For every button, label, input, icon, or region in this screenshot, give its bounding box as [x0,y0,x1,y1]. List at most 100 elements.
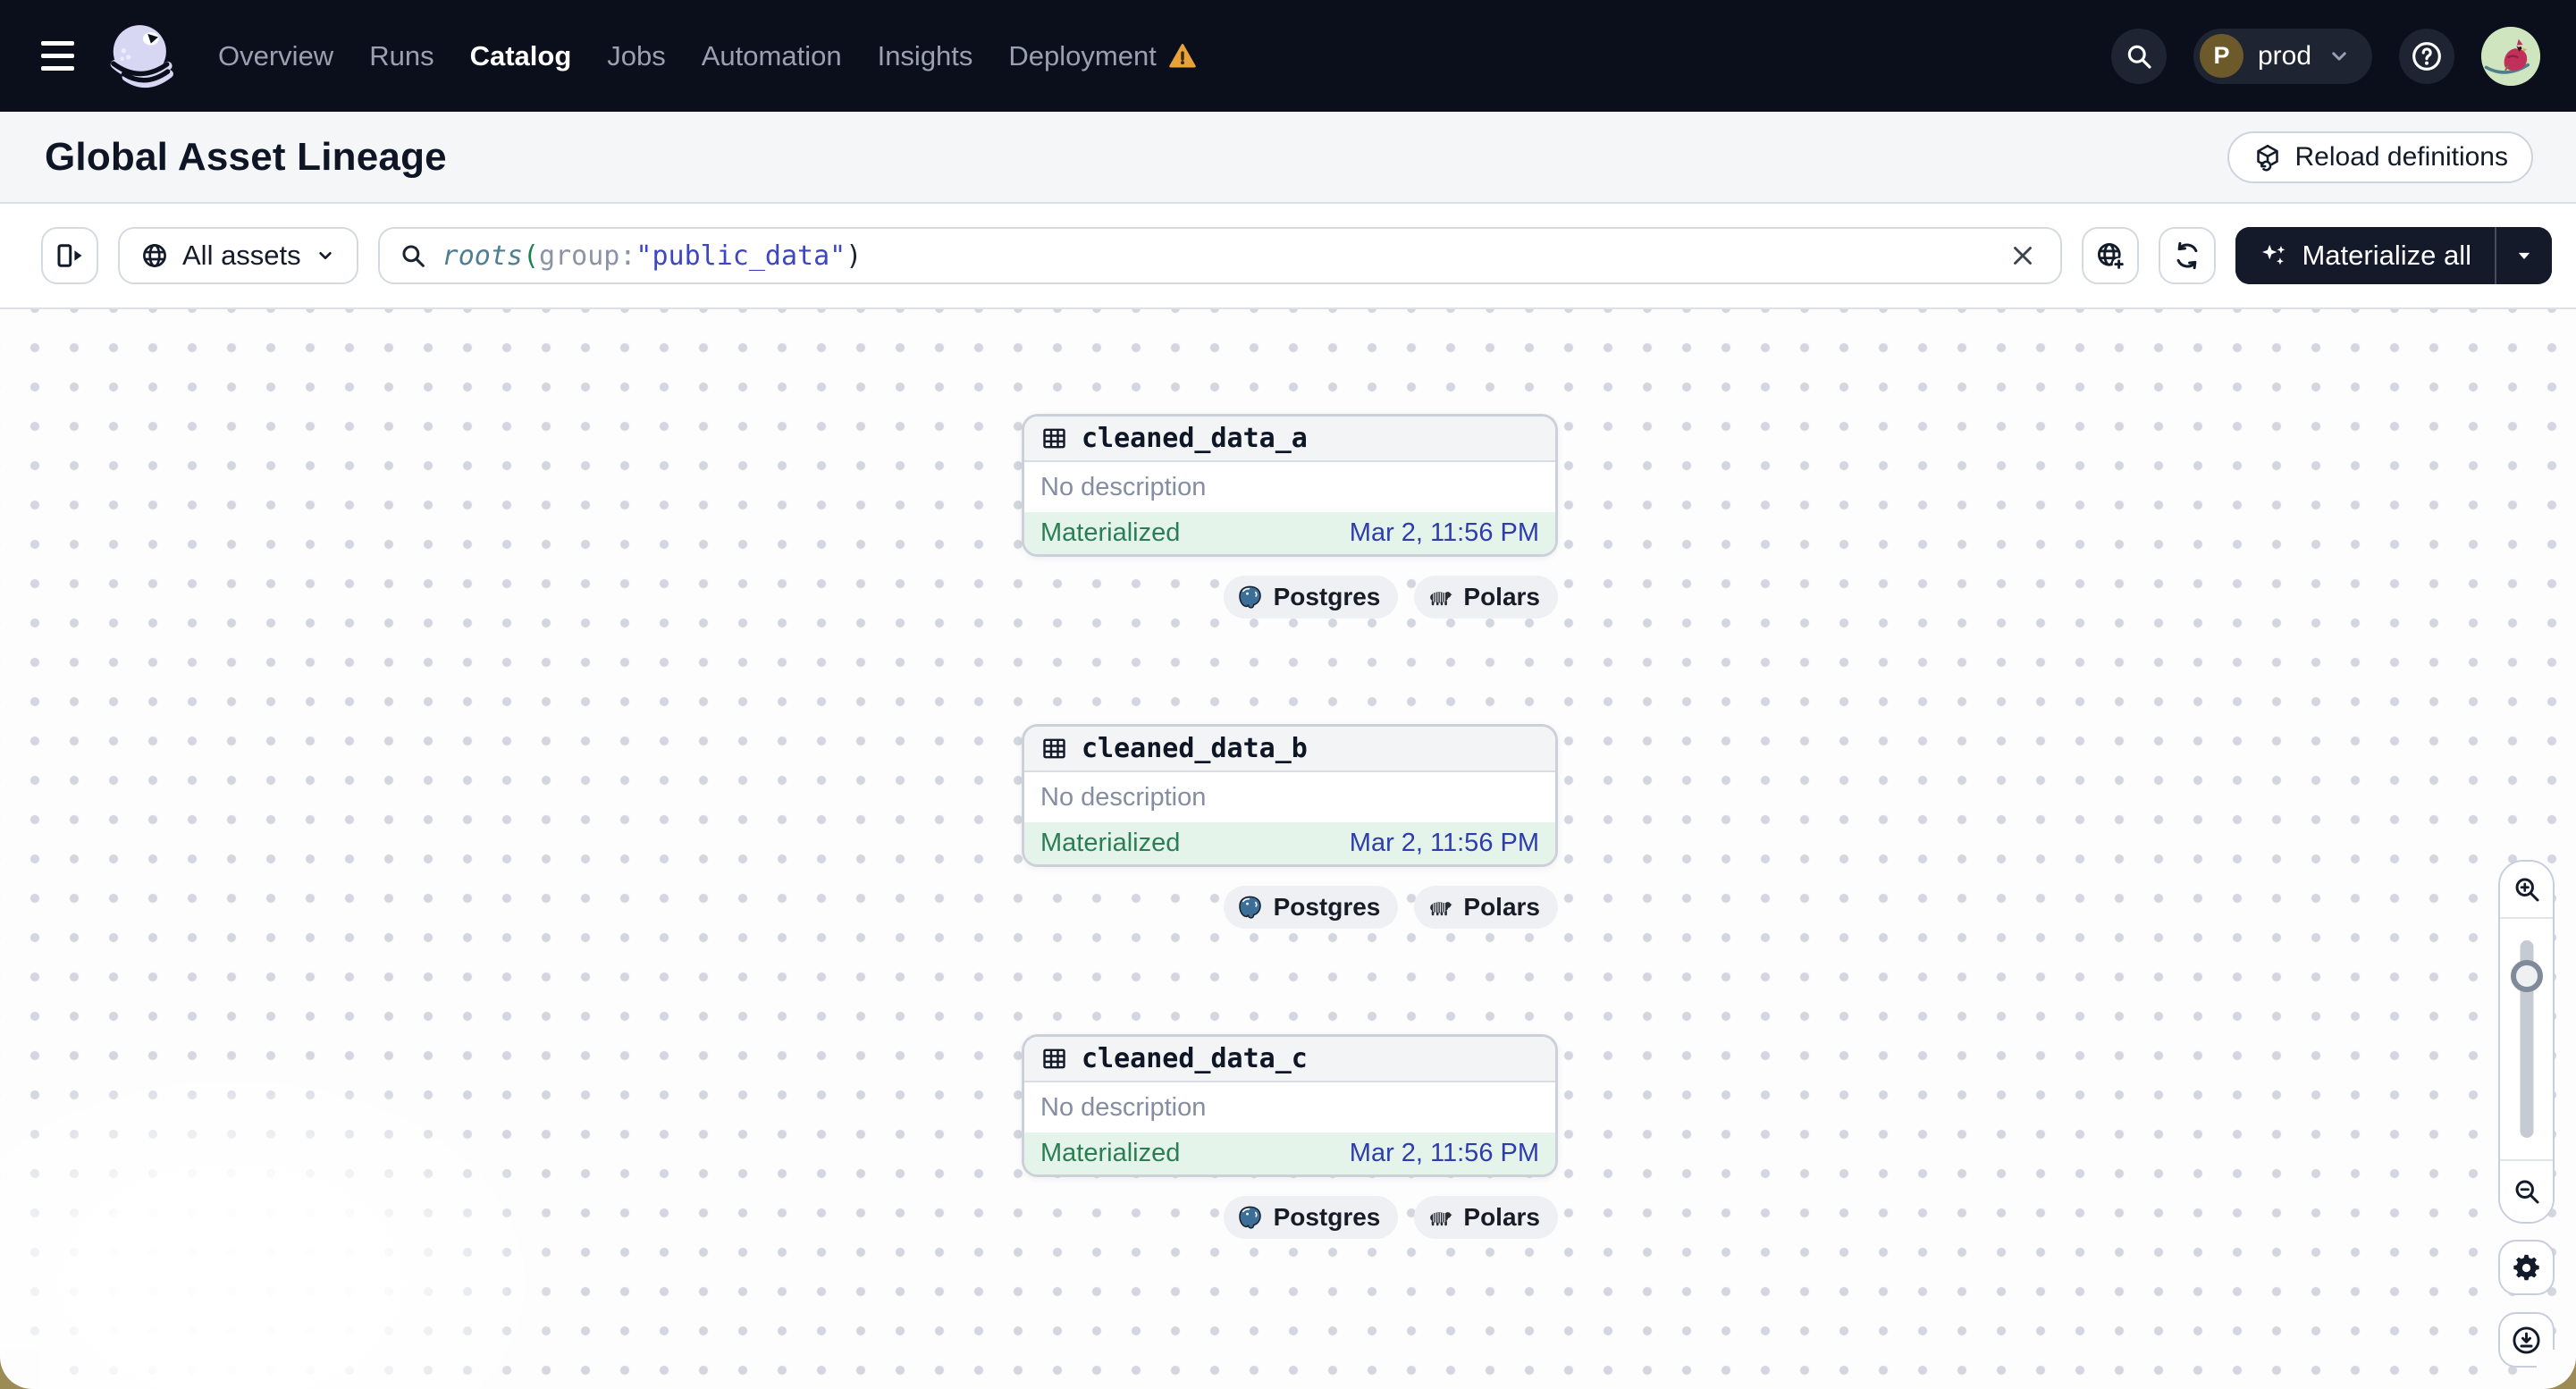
nav-item-deployment[interactable]: Deployment [1008,40,1197,72]
polars-logo-icon [1430,1212,1452,1226]
primary-nav-links: Overview Runs Catalog Jobs Automation In… [218,40,1198,72]
zoom-in-button[interactable] [2500,862,2553,919]
postgres-logo-icon [1238,1206,1261,1229]
table-asset-icon [1043,428,1065,449]
view-global-lineage-button[interactable] [2082,227,2140,284]
tag-polars[interactable]: Polars [1414,886,1558,929]
globe-plus-icon [2098,242,2126,271]
table-asset-icon [1043,738,1065,759]
open-left-panel-button[interactable] [41,227,98,284]
asset-selection-input[interactable]: roots(group: "public_data") [377,227,2063,284]
canvas-corner-glow [0,1049,572,1389]
nav-item-runs[interactable]: Runs [369,40,434,72]
sparkles-icon [2262,244,2286,265]
close-icon [2014,247,2033,265]
materialize-all-button[interactable]: Materialize all [2235,227,2495,284]
asset-node-cleaned-data-c: cleaned_data_c No description Materializ… [1022,1034,1558,1239]
postgres-logo-icon [1238,585,1261,609]
nav-item-overview[interactable]: Overview [218,40,333,72]
zoom-out-button[interactable] [2500,1159,2553,1222]
nav-item-insights[interactable]: Insights [878,40,973,72]
clear-query-button[interactable] [2001,234,2044,277]
postgres-logo-icon [1238,896,1261,919]
lineage-toolbar: All assets roots(group: "public_data") M… [0,204,2576,309]
download-graph-button[interactable] [2498,1312,2555,1368]
dagster-app: Overview Runs Catalog Jobs Automation In… [0,0,2576,1389]
asset-tags: Postgres Polars [1022,576,1558,619]
asset-card-body: No description [1024,772,1555,822]
zoom-slider [2500,919,2553,1159]
materialization-timestamp[interactable]: Mar 2, 11:56 PM [1350,829,1539,858]
zoom-controls [2498,860,2555,1224]
table-asset-icon [1043,1048,1065,1069]
window-corner-left [0,1350,39,1389]
asset-card-body: No description [1024,1082,1555,1132]
global-search-button[interactable] [2110,28,2167,84]
chevron-down-icon [318,251,332,260]
asset-card-footer: Materialized Mar 2, 11:56 PM [1024,1132,1555,1174]
asset-name: cleaned_data_b [1082,733,1308,764]
reload-code-location-icon [2256,144,2278,171]
page-title: Global Asset Lineage [45,134,447,179]
zoom-in-icon [2515,878,2538,902]
globe-icon [143,244,166,267]
asset-tags: Postgres Polars [1022,886,1558,929]
graph-settings-button[interactable] [2498,1240,2555,1295]
asset-card[interactable]: cleaned_data_b No description Materializ… [1022,724,1558,867]
search-icon [2127,45,2151,69]
refresh-icon [2177,241,2198,270]
tag-postgres[interactable]: Postgres [1223,1196,1399,1239]
materialize-split-button: Materialize all [2235,227,2552,284]
help-button[interactable] [2399,28,2454,84]
user-avatar[interactable] [2481,26,2540,86]
environment-avatar: P [2199,34,2243,78]
dagster-octopus-icon [110,24,173,88]
top-nav: Overview Runs Catalog Jobs Automation In… [0,0,2576,112]
caret-down-icon [2518,252,2530,259]
materialize-options-caret[interactable] [2496,227,2552,284]
nav-item-jobs[interactable]: Jobs [607,40,665,72]
materialization-timestamp[interactable]: Mar 2, 11:56 PM [1350,1139,1539,1168]
dagster-logo[interactable] [104,18,181,95]
asset-card-body: No description [1024,462,1555,512]
expand-panel-icon [57,244,82,267]
asset-name: cleaned_data_c [1082,1043,1308,1074]
tag-postgres[interactable]: Postgres [1223,576,1399,619]
materialization-status: Materialized [1040,829,1181,857]
polars-logo-icon [1430,592,1452,606]
asset-node-cleaned-data-a: cleaned_data_a No description Materializ… [1022,414,1558,619]
zoom-slider-thumb[interactable] [2510,960,2543,992]
materialization-timestamp[interactable]: Mar 2, 11:56 PM [1350,518,1539,548]
environment-switcher[interactable]: P prod [2193,28,2372,84]
asset-selection-query: roots(group: "public_data") [442,240,863,272]
materialization-status: Materialized [1040,518,1181,547]
environment-label: prod [2257,40,2311,71]
asset-card-header: cleaned_data_b [1024,727,1555,772]
download-icon [2513,1326,2540,1354]
lineage-canvas[interactable]: cleaned_data_a No description Materializ… [0,309,2576,1389]
gear-icon [2513,1254,2539,1280]
asset-scope-dropdown[interactable]: All assets [118,227,358,284]
deployment-warning-icon [1169,43,1196,67]
asset-card-header: cleaned_data_c [1024,1037,1555,1082]
page-header: Global Asset Lineage Reload definitions [0,112,2576,204]
refresh-button[interactable] [2159,227,2217,284]
reload-definitions-button[interactable]: Reload definitions [2227,130,2533,183]
polars-logo-icon [1430,902,1452,916]
asset-card[interactable]: cleaned_data_c No description Materializ… [1022,1034,1558,1177]
asset-card[interactable]: cleaned_data_a No description Materializ… [1022,414,1558,557]
asset-name: cleaned_data_a [1082,423,1308,454]
asset-card-footer: Materialized Mar 2, 11:56 PM [1024,822,1555,864]
tag-polars[interactable]: Polars [1414,576,1558,619]
asset-description: No description [1040,472,1207,501]
asset-card-footer: Materialized Mar 2, 11:56 PM [1024,512,1555,554]
asset-tags: Postgres Polars [1022,1196,1558,1239]
tag-polars[interactable]: Polars [1414,1196,1558,1239]
materialization-status: Materialized [1040,1139,1181,1167]
nav-item-automation[interactable]: Automation [702,40,842,72]
tag-postgres[interactable]: Postgres [1223,886,1399,929]
nav-item-catalog[interactable]: Catalog [470,40,572,72]
avatar-cardinal-image [2481,26,2540,86]
search-icon [402,245,425,267]
hamburger-menu-button[interactable] [41,38,80,74]
